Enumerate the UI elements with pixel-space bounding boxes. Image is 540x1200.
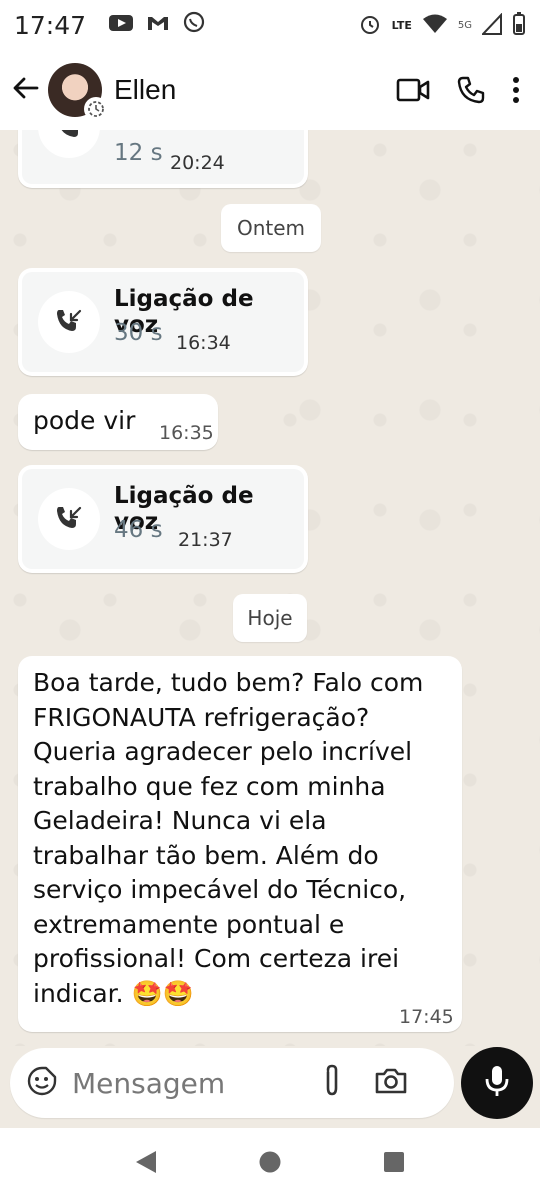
alarm-icon [358, 12, 382, 39]
call-card: Ligação de voz 46 s 21:37 [22, 469, 304, 569]
message-time: 16:34 [176, 332, 231, 354]
date-chip: Ontem [221, 204, 321, 252]
cell-signal-icon [480, 11, 502, 38]
contact-name[interactable]: Ellen [114, 74, 176, 106]
youtube-icon [108, 11, 134, 39]
system-nav-bar [0, 1128, 540, 1200]
message-line: FRIGONAUTA refrigeração? [33, 702, 370, 732]
incoming-call-icon [38, 291, 100, 353]
message-line: profissional! Com certeza irei [33, 944, 400, 973]
message-time: 16:35 [159, 422, 214, 444]
status-time: 17:47 [14, 10, 87, 40]
nav-home-icon[interactable] [258, 1150, 282, 1178]
text-message[interactable]: pode vir 16:35 [18, 394, 218, 450]
nav-recents-icon[interactable] [382, 1150, 406, 1178]
voice-message-button[interactable] [461, 1047, 533, 1119]
wifi-icon [422, 13, 448, 38]
gmail-icon [146, 11, 170, 39]
video-call-icon[interactable] [396, 77, 430, 103]
message-line: trabalhar tão bem. Além do [33, 840, 379, 870]
message-text: Boa tarde, tudo bem? Falo com FRIGONAUTA… [33, 666, 453, 1011]
incoming-call-icon [38, 488, 100, 550]
date-label: Hoje [247, 606, 293, 630]
call-message[interactable]: Ligação de voz 46 s 21:37 [18, 465, 308, 573]
emoji-sticker-icon[interactable] [26, 1065, 58, 1101]
microphone-icon [484, 1064, 510, 1102]
phone-call-icon[interactable] [456, 75, 486, 105]
message-time: 17:45 [399, 1006, 454, 1028]
call-message[interactable]: Ligação de voz 30 s 16:34 [18, 268, 308, 376]
call-duration: 46 s [114, 517, 163, 543]
message-line: extremamente pontual e [33, 909, 345, 939]
message-composer [10, 1048, 454, 1118]
message-input[interactable] [72, 1066, 312, 1100]
message-line: Queria agradecer pelo incrível [33, 737, 413, 766]
date-chip: Hoje [233, 594, 307, 642]
back-button[interactable] [6, 70, 46, 110]
incoming-call-icon [38, 130, 100, 158]
chat-area[interactable]: 12 s 20:24 Ontem Ligação de voz 30 s 16:… [0, 130, 540, 1046]
battery-icon [512, 11, 526, 39]
camera-icon[interactable] [374, 1066, 408, 1100]
message-time: 20:24 [170, 152, 225, 174]
status-bar: 17:47 LTE 5G [0, 0, 540, 50]
attach-icon[interactable] [320, 1064, 344, 1102]
volte-label: LTE [391, 18, 412, 32]
message-line: indicar. 🤩🤩 [33, 978, 194, 1008]
whatsapp-icon [182, 10, 206, 40]
message-line: trabalho que fez com minha [33, 771, 386, 801]
back-arrow-icon [11, 73, 41, 107]
signal-label: 5G [457, 19, 472, 31]
call-duration: 30 s [114, 320, 163, 346]
message-line: Boa tarde, tudo bem? Falo com [33, 668, 424, 697]
date-label: Ontem [236, 216, 306, 240]
call-message[interactable]: 12 s 20:24 [18, 130, 308, 188]
more-options-icon[interactable] [512, 76, 520, 104]
message-text: pode vir [33, 406, 136, 435]
text-message[interactable]: Boa tarde, tudo bem? Falo com FRIGONAUTA… [18, 656, 462, 1032]
message-time: 21:37 [178, 529, 233, 551]
call-card: 12 s 20:24 [22, 130, 304, 184]
message-line: serviço impecável do Técnico, [33, 875, 407, 904]
nav-back-icon[interactable] [134, 1149, 158, 1179]
disappearing-messages-icon [84, 97, 108, 121]
chat-header: Ellen [0, 50, 540, 130]
message-line: Geladeira! Nunca vi ela [33, 806, 327, 835]
call-duration: 12 s [114, 140, 163, 166]
call-card: Ligação de voz 30 s 16:34 [22, 272, 304, 372]
avatar[interactable] [48, 63, 108, 121]
